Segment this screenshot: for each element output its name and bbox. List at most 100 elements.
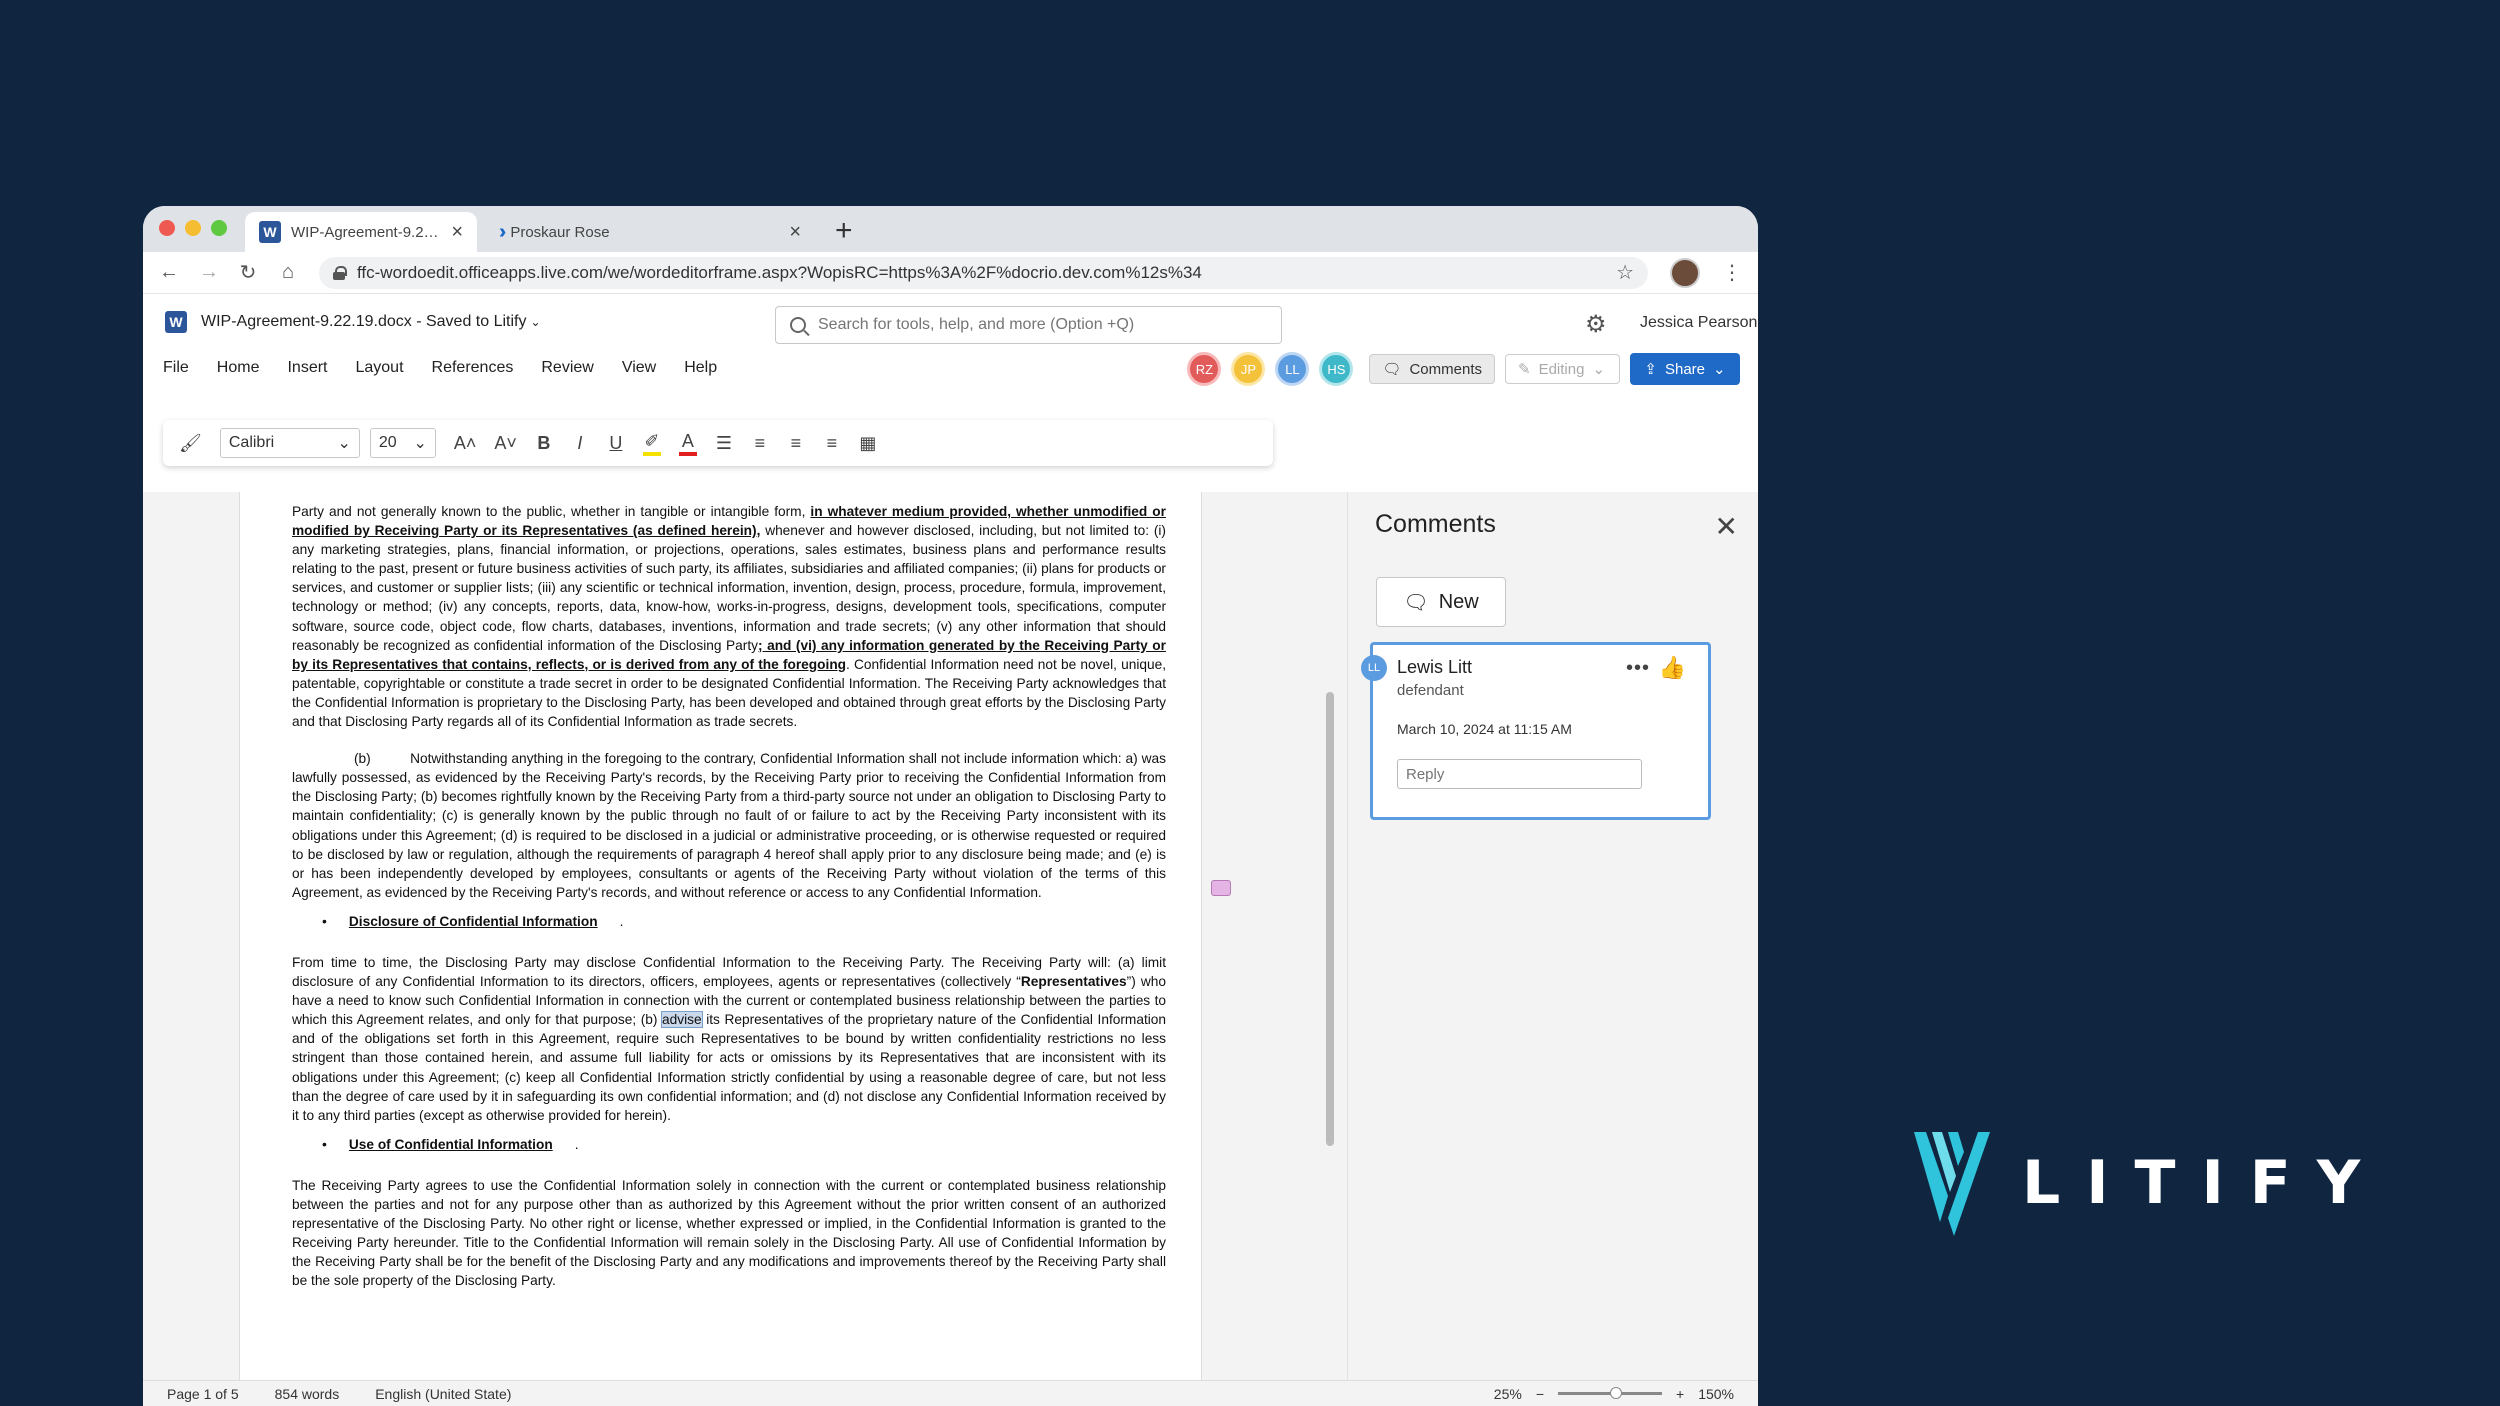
- comment-text: defendant: [1397, 682, 1464, 699]
- avatar[interactable]: LL: [1275, 352, 1310, 386]
- zoom-slider-thumb[interactable]: [1610, 1387, 1622, 1399]
- document-scrollbar[interactable]: [1326, 692, 1334, 1146]
- reload-icon[interactable]: ↻: [239, 260, 257, 285]
- commented-text[interactable]: advise: [661, 1011, 703, 1029]
- heading-period: .: [574, 1136, 579, 1152]
- comments-button[interactable]: 🗨 Comments: [1369, 354, 1495, 384]
- tab-wip-agreement[interactable]: W WIP-Agreement-9.22... ×: [245, 212, 477, 252]
- close-tab-icon[interactable]: ×: [789, 221, 801, 244]
- new-tab-button[interactable]: +: [835, 214, 853, 248]
- comment-card[interactable]: LL Lewis Litt defendant March 10, 2024 a…: [1361, 642, 1711, 820]
- bookmark-star-icon[interactable]: ☆: [1616, 260, 1634, 285]
- pencil-icon: ✎: [1518, 361, 1531, 378]
- comments-button-label: Comments: [1409, 360, 1482, 378]
- document-title[interactable]: WIP-Agreement-9.22.19.docx - Saved to Li…: [201, 313, 541, 331]
- reply-input[interactable]: [1397, 759, 1642, 789]
- borders-icon[interactable]: ▦: [859, 433, 877, 454]
- browser-menu-icon[interactable]: ⋮: [1722, 260, 1742, 285]
- align-left-icon[interactable]: ≡: [751, 433, 769, 454]
- menu-help[interactable]: Help: [684, 359, 717, 377]
- url-text: ffc-wordoedit.officeapps.live.com/we/wor…: [357, 262, 1202, 282]
- avatar: LL: [1361, 655, 1387, 681]
- heading-disclosure: • Disclosure of Confidential Information…: [322, 912, 1166, 931]
- align-right-icon[interactable]: ≡: [823, 433, 841, 454]
- close-tab-icon[interactable]: ×: [451, 221, 463, 244]
- avatar[interactable]: RZ: [1187, 352, 1222, 386]
- menu-layout[interactable]: Layout: [355, 359, 403, 377]
- heading-use: • Use of Confidential Information.: [322, 1135, 1166, 1154]
- text-run: its Representatives of the proprietary n…: [292, 1012, 1167, 1123]
- bullet-list-icon[interactable]: ☰: [715, 433, 733, 454]
- status-bar: Page 1 of 5 854 words English (United St…: [143, 1380, 1758, 1406]
- litify-wordmark: LITIFY: [2022, 1148, 2387, 1218]
- share-button[interactable]: ⇪ Share ⌄: [1630, 353, 1740, 385]
- comment-marker-icon[interactable]: [1211, 880, 1231, 896]
- chevron-down-icon: ⌄: [1592, 361, 1606, 378]
- font-family-value: Calibri: [228, 434, 275, 451]
- word-app-icon[interactable]: W: [165, 311, 187, 333]
- share-button-label: Share: [1664, 360, 1706, 378]
- font-color-icon[interactable]: A: [678, 431, 697, 456]
- more-options-icon[interactable]: •••: [1626, 657, 1650, 680]
- close-window-button[interactable]: [159, 220, 175, 236]
- new-comment-button[interactable]: 🗨 New: [1376, 577, 1506, 627]
- menu-file[interactable]: File: [163, 359, 189, 377]
- litify-logo-mark-icon: [1914, 1132, 1990, 1236]
- font-size-select[interactable]: 20 ⌄: [369, 428, 436, 458]
- paragraph-definition: Party and not generally known to the pub…: [292, 502, 1166, 731]
- bold-button[interactable]: B: [535, 433, 553, 454]
- format-painter-icon[interactable]: 🖌: [179, 433, 202, 454]
- home-icon[interactable]: ⌂: [279, 261, 297, 284]
- language[interactable]: English (United State): [375, 1386, 511, 1402]
- avatar[interactable]: HS: [1319, 352, 1354, 386]
- grow-font-icon[interactable]: A˄: [454, 433, 477, 454]
- font-family-select[interactable]: Calibri ⌄: [219, 428, 360, 458]
- text-run: whenever and however disclosed, includin…: [292, 523, 1166, 653]
- chevron-down-icon: ⌄: [1713, 361, 1726, 378]
- page-count: Page 1 of 5: [167, 1385, 239, 1402]
- highlight-color-icon[interactable]: ✐: [642, 431, 661, 456]
- back-icon[interactable]: ←: [159, 261, 179, 284]
- like-icon[interactable]: 👍: [1659, 655, 1686, 681]
- paragraph-use: The Receiving Party agrees to use the Co…: [292, 1177, 1166, 1289]
- chevron-down-icon: ⌄: [530, 315, 541, 329]
- editing-button-label: Editing: [1538, 360, 1585, 378]
- shrink-font-icon[interactable]: A˅: [494, 433, 517, 454]
- chevron-down-icon: ⌄: [337, 435, 351, 452]
- word-count[interactable]: 854 words: [275, 1386, 340, 1402]
- avatar[interactable]: JP: [1231, 352, 1266, 386]
- search-box[interactable]: [775, 306, 1282, 344]
- zoom-out-button[interactable]: −: [1536, 1386, 1544, 1402]
- forward-icon[interactable]: →: [199, 261, 219, 284]
- maximize-window-button[interactable]: [211, 220, 227, 236]
- user-name[interactable]: Jessica Pearson: [1640, 314, 1757, 332]
- editing-mode-button[interactable]: ✎ Editing ⌄: [1505, 354, 1620, 384]
- document-title-text: WIP-Agreement-9.22.19.docx - Saved to Li…: [201, 313, 527, 330]
- tab-proskaur-rose[interactable]: ›› Proskaur Rose ×: [485, 212, 815, 252]
- heading-period: .: [619, 913, 624, 929]
- align-center-icon[interactable]: ≡: [787, 433, 805, 454]
- underline-button[interactable]: U: [607, 433, 625, 454]
- menu-insert[interactable]: Insert: [287, 359, 327, 377]
- menu-references[interactable]: References: [432, 359, 514, 377]
- menu-review[interactable]: Review: [541, 359, 593, 377]
- minimize-window-button[interactable]: [185, 220, 201, 236]
- heading-text: Use of Confidential Information: [348, 1136, 553, 1152]
- document-page[interactable]: Party and not generally known to the pub…: [239, 492, 1202, 1380]
- comment-icon: 🗨: [1382, 361, 1402, 378]
- word-header: W WIP-Agreement-9.22.19.docx - Saved to …: [143, 294, 1758, 350]
- search-input[interactable]: [818, 316, 1267, 334]
- close-icon[interactable]: ✕: [1715, 510, 1738, 543]
- zoom-in-button[interactable]: +: [1676, 1386, 1684, 1402]
- zoom-slider[interactable]: [1558, 1387, 1662, 1399]
- paragraph-exclusions: (b) Notwithstanding anything in the fore…: [292, 751, 1166, 900]
- gear-icon[interactable]: ⚙: [1585, 310, 1607, 339]
- text-run-bold: Representatives: [1020, 974, 1127, 990]
- italic-button[interactable]: I: [571, 433, 589, 454]
- browser-profile-avatar[interactable]: [1670, 257, 1700, 288]
- url-field[interactable]: ffc-wordoedit.officeapps.live.com/we/wor…: [319, 256, 1648, 289]
- menu-home[interactable]: Home: [217, 359, 260, 377]
- menu-view[interactable]: View: [622, 359, 656, 377]
- font-size-value: 20: [378, 434, 397, 451]
